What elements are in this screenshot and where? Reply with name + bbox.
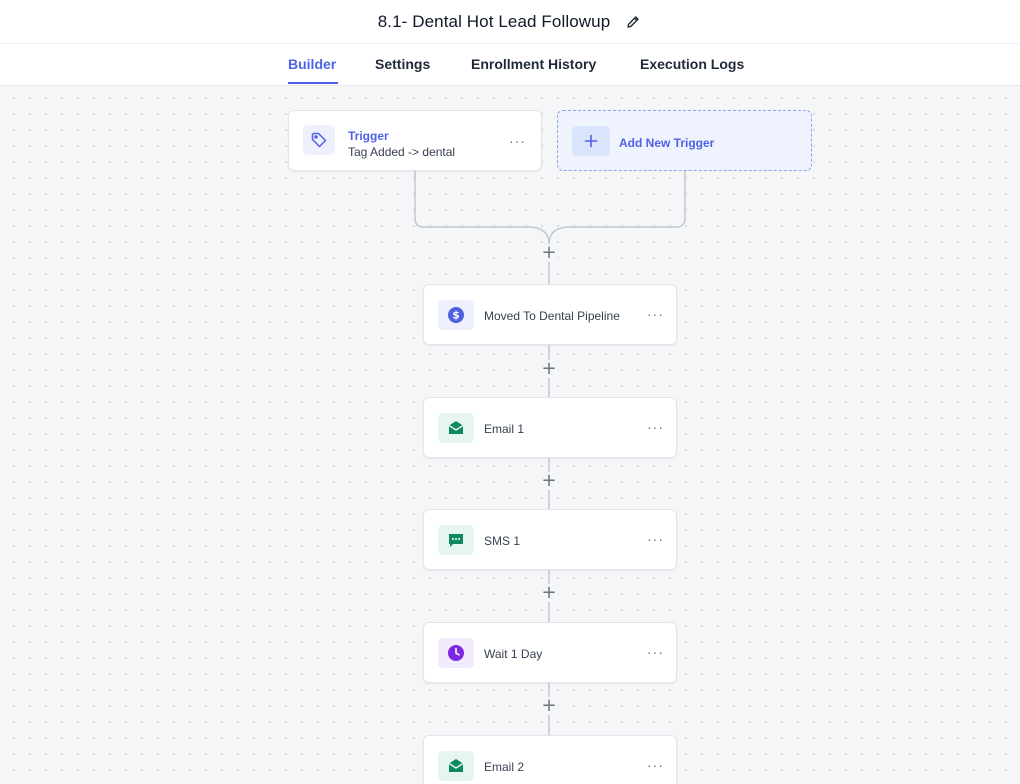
- pencil-icon[interactable]: [624, 13, 642, 31]
- action-label: Email 1: [484, 422, 525, 436]
- add-new-trigger-label: Add New Trigger: [619, 136, 715, 150]
- action-menu-icon[interactable]: ···: [647, 758, 664, 772]
- active-tab-indicator: [288, 82, 338, 84]
- add-step-button[interactable]: +: [540, 472, 558, 490]
- action-label: Wait 1 Day: [484, 647, 543, 661]
- add-step-button[interactable]: +: [540, 697, 558, 715]
- tab-execution-logs[interactable]: Execution Logs: [640, 56, 744, 72]
- add-new-trigger-button[interactable]: Add New Trigger: [557, 110, 812, 171]
- svg-text:$: $: [452, 310, 459, 322]
- plus-icon: [572, 126, 610, 156]
- workflow-header: 8.1- Dental Hot Lead Followup: [0, 0, 1020, 44]
- add-step-button[interactable]: +: [540, 584, 558, 602]
- action-card-sms-1[interactable]: SMS 1 ···: [423, 509, 677, 570]
- add-step-button[interactable]: +: [540, 360, 558, 378]
- email-icon: [438, 751, 474, 781]
- trigger-subtitle: Tag Added -> dental: [348, 145, 456, 159]
- dollar-icon: $: [438, 300, 474, 330]
- action-label: SMS 1: [484, 534, 521, 548]
- sms-icon: [438, 525, 474, 555]
- action-menu-icon[interactable]: ···: [647, 307, 664, 321]
- action-card-moved-to-pipeline[interactable]: $ Moved To Dental Pipeline ···: [423, 284, 677, 345]
- action-label: Email 2: [484, 760, 525, 774]
- trigger-title: Trigger: [348, 129, 389, 143]
- tab-settings[interactable]: Settings: [375, 56, 430, 72]
- action-label: Moved To Dental Pipeline: [484, 309, 620, 323]
- tag-icon: [303, 125, 335, 155]
- action-menu-icon[interactable]: ···: [647, 420, 664, 434]
- add-step-button[interactable]: +: [540, 244, 558, 262]
- tab-builder[interactable]: Builder: [288, 56, 336, 72]
- trigger-menu-icon[interactable]: ···: [509, 134, 526, 148]
- action-card-email-1[interactable]: Email 1 ···: [423, 397, 677, 458]
- action-menu-icon[interactable]: ···: [647, 532, 664, 546]
- action-card-email-2[interactable]: Email 2 ···: [423, 735, 677, 784]
- action-menu-icon[interactable]: ···: [647, 645, 664, 659]
- workflow-title: 8.1- Dental Hot Lead Followup: [377, 11, 611, 31]
- clock-icon: [438, 638, 474, 668]
- email-icon: [438, 413, 474, 443]
- action-card-wait-1-day[interactable]: Wait 1 Day ···: [423, 622, 677, 683]
- trigger-card[interactable]: Trigger Tag Added -> dental ···: [288, 110, 542, 171]
- tab-enrollment-history[interactable]: Enrollment History: [471, 56, 596, 72]
- tab-bar: Builder Settings Enrollment History Exec…: [0, 44, 1020, 86]
